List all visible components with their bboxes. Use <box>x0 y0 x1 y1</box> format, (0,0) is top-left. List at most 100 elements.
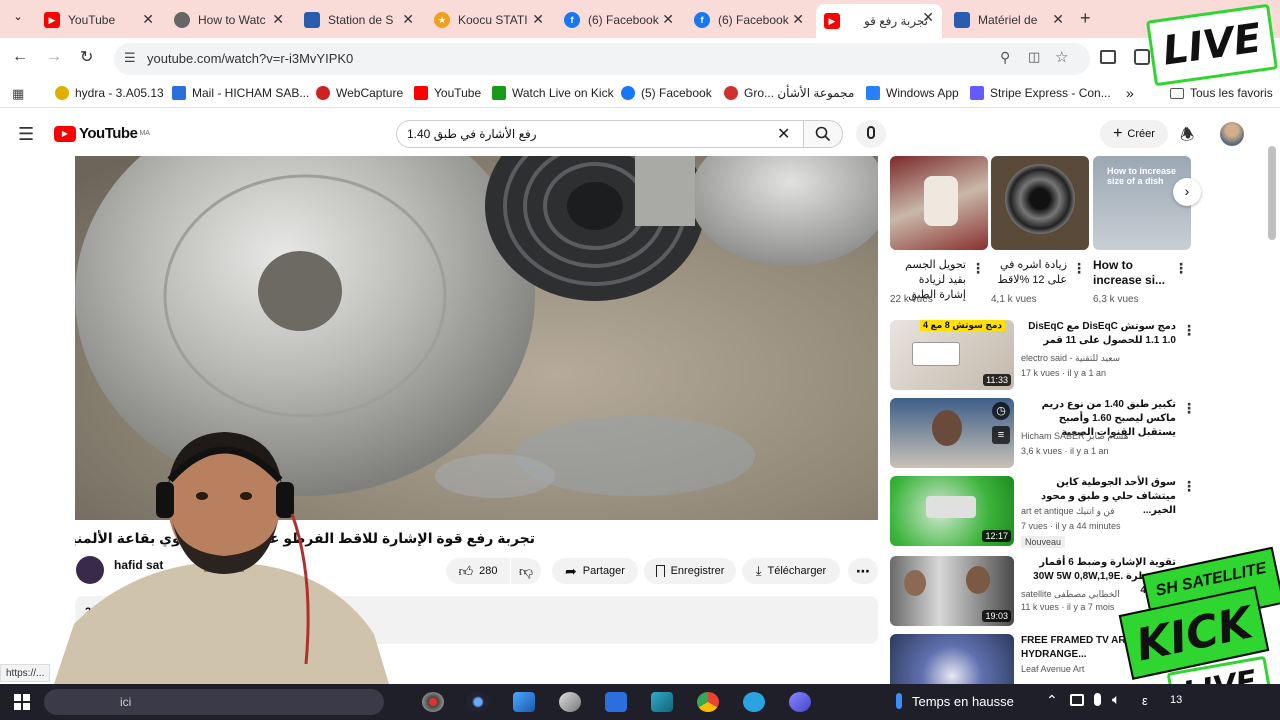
close-tab-icon[interactable]: ✕ <box>1052 11 1064 28</box>
search-button[interactable] <box>803 120 843 148</box>
short-caption[interactable]: زيادة اشره في على 12 %لاقط <box>991 258 1068 288</box>
voice-search-button[interactable] <box>856 120 886 148</box>
address-toolbar: ← → ↻ ☰ youtube.com/watch?v=r-i3MvYIPK0 … <box>0 38 1280 80</box>
more-options-icon[interactable]: ⋮ <box>1182 400 1196 417</box>
close-tab-icon[interactable]: ✕ <box>792 11 804 28</box>
youtube-logo[interactable]: ▶ YouTube MA <box>54 125 150 142</box>
short-caption[interactable]: How to increase si... <box>1093 258 1169 288</box>
close-tab-icon[interactable]: ✕ <box>402 11 414 28</box>
address-bar[interactable]: ☰ youtube.com/watch?v=r-i3MvYIPK0 ⚲ ◫ ☆ <box>114 43 1090 75</box>
all-bookmarks-button[interactable]: Tous les favoris <box>1170 86 1273 100</box>
close-tab-icon[interactable]: ✕ <box>272 11 284 28</box>
tab-youtube[interactable]: ▶ YouTube ✕ <box>36 6 162 34</box>
app-icon-camera[interactable] <box>467 692 489 712</box>
tab-how-to-watch[interactable]: How to Watc ✕ <box>166 6 292 34</box>
share-button[interactable]: ➦ Partager <box>552 558 638 584</box>
clock[interactable]: 13 <box>1170 694 1182 706</box>
install-icon[interactable]: ◫ <box>1028 49 1040 65</box>
menu-icon[interactable]: ☰ <box>18 124 34 145</box>
video-meta: 11 k vues · il y a 7 mois <box>1021 602 1115 612</box>
forward-icon[interactable]: → <box>46 48 62 66</box>
short-thumbnail[interactable] <box>890 156 988 250</box>
taskbar-search[interactable]: ici <box>44 689 384 715</box>
clear-search-icon[interactable]: ✕ <box>777 124 790 144</box>
short-thumbnail[interactable] <box>991 156 1089 250</box>
search-input[interactable]: رفع الأشارة في طبق 1.40 ✕ <box>396 120 804 148</box>
shorts-next-button[interactable]: › <box>1173 178 1201 206</box>
bookmark-item[interactable]: (5) Facebook <box>621 86 712 100</box>
short-views: 4,1 k vues <box>991 294 1037 305</box>
zoom-icon[interactable]: ⚲ <box>1000 49 1010 66</box>
site-settings-icon[interactable]: ☰ <box>124 50 136 66</box>
app-icon-tool[interactable] <box>559 692 581 712</box>
bookmark-item[interactable]: hydra - 3.A05.13 <box>55 86 164 100</box>
download-button[interactable]: ⤓ Télécharger <box>742 558 840 584</box>
watch-later-icon[interactable]: ◷ <box>992 402 1010 420</box>
add-to-queue-icon[interactable]: ≡ <box>992 426 1010 444</box>
tab-title: Station de S <box>328 13 394 27</box>
tab-facebook-2[interactable]: f (6) Facebook ✕ <box>686 6 812 34</box>
bookmark-item[interactable]: Windows App <box>866 86 959 100</box>
like-button[interactable]: 👍︎ 280 <box>446 558 510 584</box>
extensions-icon[interactable] <box>1134 49 1150 65</box>
close-tab-icon[interactable]: ✕ <box>532 11 544 28</box>
new-tab-button[interactable]: + <box>1080 8 1091 29</box>
bookmark-item[interactable]: Watch Live on Kick <box>492 86 614 100</box>
recommended-video[interactable]: ◷ ≡ تكبير طبق 1.40 من نوع دريم ماكس ليصب… <box>890 398 1196 470</box>
save-label: Enregistrer <box>670 565 725 577</box>
save-button[interactable]: Enregistrer <box>644 558 736 584</box>
video-thumbnail: ◷ ≡ <box>890 398 1014 468</box>
app-icon-remote[interactable] <box>651 692 673 712</box>
tab-koocu[interactable]: ★ Koocu STATI ✕ <box>426 6 552 34</box>
volume-icon[interactable]: 🔈︎ <box>1112 691 1120 708</box>
tab-materiel[interactable]: Matériel de ✕ <box>946 6 1072 34</box>
create-button[interactable]: + Créer <box>1100 120 1168 148</box>
video-thumbnail: 19:03 <box>890 556 1014 626</box>
close-tab-icon[interactable]: ✕ <box>922 9 934 26</box>
bookmark-item[interactable]: YouTube <box>414 86 481 100</box>
app-icon-disc[interactable] <box>422 692 444 712</box>
recommended-video[interactable]: دمج سوتش 8 مع 4 11:33 دمج سوتش DisEqC مع… <box>890 320 1196 392</box>
close-tab-icon[interactable]: ✕ <box>142 11 154 28</box>
weather-widget[interactable]: Temps en hausse <box>896 693 1014 709</box>
tab-current-video[interactable]: ▶ تجربة رفع قو ✕ <box>816 4 942 38</box>
cast-icon[interactable] <box>1100 50 1116 64</box>
bookmark-item[interactable]: Mail - HICHAM SAB... <box>172 86 309 100</box>
more-options-icon[interactable]: ⋮ <box>1182 478 1196 495</box>
network-icon[interactable] <box>1070 694 1084 706</box>
bookmark-item[interactable]: WebCapture <box>316 86 403 100</box>
apps-grid-icon[interactable]: ▦ <box>12 86 24 102</box>
bookmark-item[interactable]: Stripe Express - Con... <box>970 86 1111 100</box>
bookmarks-overflow-button[interactable]: » <box>1126 85 1134 101</box>
reload-icon[interactable]: ↻ <box>80 47 93 67</box>
bookmark-star-icon[interactable]: ☆ <box>1055 48 1068 66</box>
app-icon-antenna[interactable] <box>789 692 811 712</box>
tab-title: تجربة رفع قو <box>863 14 928 28</box>
avatar[interactable] <box>1220 122 1244 146</box>
close-tab-icon[interactable]: ✕ <box>662 11 674 28</box>
more-options-icon[interactable]: ⋮ <box>1182 322 1196 339</box>
thumbnail-text: دمج سوتش 8 مع 4 <box>920 320 1006 331</box>
tab-station[interactable]: Station de S ✕ <box>296 6 422 34</box>
chrome-icon[interactable] <box>697 692 719 712</box>
page-scrollbar[interactable] <box>1268 146 1276 240</box>
back-icon[interactable]: ← <box>12 48 28 66</box>
more-options-icon[interactable]: ⋮ <box>1174 260 1188 277</box>
start-windows-icon[interactable] <box>14 694 30 710</box>
bookmark-item[interactable]: Gro... مجموعة الأشأن <box>724 86 854 100</box>
app-icon-calculator[interactable] <box>605 692 627 712</box>
recommended-video[interactable]: 12:17 سوق الأحد الجوطية كاين ميتشاف حلي … <box>890 476 1196 548</box>
short-thumbnail[interactable]: How to increase size of a dish <box>1093 156 1191 250</box>
input-language[interactable]: ε <box>1142 693 1148 708</box>
notifications-bell-icon[interactable]: 🕭 <box>1180 124 1194 151</box>
telegram-icon[interactable] <box>743 692 765 712</box>
more-options-icon[interactable]: ⋮ <box>1072 260 1086 277</box>
more-options-icon[interactable]: ⋮ <box>971 260 985 277</box>
app-icon-display[interactable] <box>513 692 535 712</box>
tab-search-button[interactable]: ⌄ <box>8 10 28 28</box>
tab-facebook-1[interactable]: f (6) Facebook ✕ <box>556 6 682 34</box>
tray-expand-icon[interactable]: ⌃ <box>1046 692 1058 709</box>
microphone-tray-icon[interactable] <box>1094 693 1101 706</box>
dislike-button[interactable]: 👎︎ <box>511 558 541 584</box>
more-actions-button[interactable]: ⋯ <box>848 558 878 584</box>
